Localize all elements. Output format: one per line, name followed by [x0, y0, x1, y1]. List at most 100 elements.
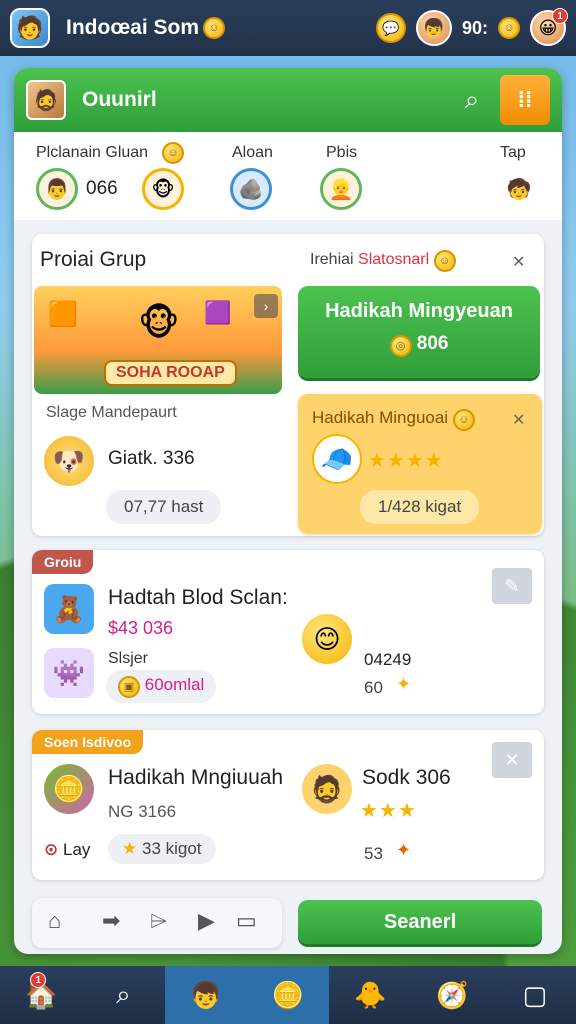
- close-icon[interactable]: ✕: [492, 742, 532, 778]
- avatar-icon: 👦: [189, 979, 222, 1010]
- close-icon[interactable]: ✕: [512, 410, 525, 430]
- friend-avatar[interactable]: 🧒: [498, 168, 540, 210]
- promo-label: Irehiai: [310, 251, 354, 268]
- panel-header: 🧔 Ouunirl ⌕ ⁞⁞: [14, 68, 562, 132]
- weekly-card: Hadikah Minguoai ☺ ✕ 🧢 ★★★★ 1/428 kigat: [298, 394, 542, 534]
- nav-coins[interactable]: 🪙: [246, 966, 330, 1024]
- blod-card: Groiu 🧸 Hadtah Blod Sclan: $43 036 ✎ 👾 S…: [32, 550, 544, 714]
- weekly-rating-stars: ★★★★: [368, 450, 444, 472]
- promo-text: Irehiai Slatosnarl ☺: [310, 250, 456, 272]
- stage-card: Slage Mandepaurt 🐶 Giatk. 336 07,77 hast: [32, 394, 282, 534]
- reward-button[interactable]: Hadikah Mingyeuan ◎ 806: [298, 286, 540, 378]
- friends-strip: Plclanain Gluan ☺ Aloan Pbis Tap 👨 066 🐵…: [14, 132, 562, 220]
- card1-chip: ▣ 60omlal: [106, 670, 217, 703]
- game-banner[interactable]: 🟧 🟪 🐵 › SOHA ROOAP: [34, 286, 282, 394]
- friend-avatar[interactable]: 🐵: [142, 168, 184, 210]
- card2-rating-stars: ★★★: [360, 800, 417, 822]
- cards-icon: ▢: [522, 979, 548, 1010]
- card2-chip-text: 33 kigot: [141, 839, 202, 858]
- card2-chip: ★ 33 kigot: [108, 834, 216, 864]
- forward-icon[interactable]: ➡: [102, 908, 120, 934]
- close-icon[interactable]: ✕: [512, 252, 525, 272]
- chat-coin-icon[interactable]: 💬: [375, 13, 406, 43]
- monkey-mascot-icon: 🐵: [138, 302, 180, 343]
- nav-search[interactable]: ⌕: [82, 966, 164, 1024]
- play-icon[interactable]: ▶: [198, 908, 215, 934]
- friends-label-3: Pbis: [326, 144, 358, 161]
- promo-highlight: Slatosnarl: [358, 251, 430, 268]
- coin-icon: ☺: [498, 17, 520, 39]
- star-icon: ★: [122, 839, 138, 858]
- search-icon[interactable]: ⌕: [452, 84, 492, 116]
- friends-label-2: Aloan: [232, 144, 273, 161]
- nav-home[interactable]: 🏠 1: [0, 966, 82, 1024]
- nav-compass[interactable]: 🧭: [411, 966, 493, 1024]
- edit-icon[interactable]: ✎: [492, 568, 532, 604]
- smiley-icon: ☺: [433, 250, 456, 272]
- weekly-title: Hadikah Minguoai ☺: [312, 408, 475, 431]
- profile-avatar-icon[interactable]: 😀 1: [530, 8, 568, 46]
- card1-chip-text: 60omlal: [144, 675, 205, 694]
- stage-value: Giatk. 336: [108, 448, 195, 469]
- card2-sub: NG 3166: [108, 802, 177, 821]
- confirm-button[interactable]: Seanerl: [298, 900, 542, 944]
- tag-icon[interactable]: ⌲: [150, 908, 167, 934]
- friend-avatar[interactable]: 👱: [320, 168, 362, 210]
- card-tag: Soen Isdivoo: [32, 730, 144, 754]
- compass-icon: 🧭: [436, 979, 469, 1010]
- card-tag: Groiu: [32, 550, 94, 574]
- teddy-icon: 🧸: [44, 584, 94, 634]
- weekly-chip: 1/428 kigat: [360, 490, 480, 524]
- banner-logo: SOHA ROOAP: [104, 360, 237, 386]
- dog-icon: 🐶: [44, 436, 94, 486]
- mngiuuah-card: Soen Isdivoo 🪙 Hadikah Mngiuuah NG 3166 …: [32, 730, 544, 880]
- friend-avatar[interactable]: 👨: [36, 168, 78, 210]
- coin-stack-icon: 🪙: [44, 764, 94, 814]
- nav-profile[interactable]: 👦: [164, 966, 247, 1024]
- home-outline-icon[interactable]: ⌂: [48, 908, 61, 934]
- coin-icon: ◎: [389, 334, 412, 357]
- card2-left-label: ⊙ Lay: [44, 840, 90, 860]
- location-icon: ⊙: [44, 840, 59, 859]
- nav-cards[interactable]: ▢: [494, 966, 576, 1024]
- friends-label-1: Plclanain Gluan: [36, 144, 149, 161]
- coin-icon: 🪙: [271, 979, 305, 1010]
- card2-right-title: Sodk 306: [362, 766, 451, 789]
- group-title: Proiai Grup: [40, 248, 147, 271]
- friend-avatar-icon[interactable]: 👦: [415, 10, 452, 46]
- nav-pet[interactable]: 🐥: [329, 966, 411, 1024]
- coin-count: 90:: [461, 17, 488, 38]
- bottom-nav: 🏠 1 ⌕ 👦 🪙 🐥 🧭 ▢: [0, 966, 576, 1024]
- reward-button-title: Hadikah Mingyeuan: [325, 300, 513, 322]
- top-status-bar: 🧑 Indoœai Som ☺ 💬 👦 90: ☺ 😀 1: [0, 0, 576, 56]
- main-panel: 🧔 Ouunirl ⌕ ⁞⁞ Plclanain Gluan ☺ Aloan P…: [14, 68, 562, 954]
- card-icon[interactable]: ▭: [236, 908, 257, 934]
- smiley-icon: ☺: [203, 17, 225, 39]
- character-icon: 🧔: [302, 764, 352, 814]
- reward-amount-value: 806: [416, 333, 449, 354]
- card1-right-small: 60: [364, 678, 383, 697]
- action-toolbar: ⌂ ➡ ⌲ ▶ ▭: [32, 898, 282, 948]
- stage-label: Slage Mandepaurt: [46, 404, 177, 421]
- header-avatar[interactable]: 🧔: [26, 80, 66, 120]
- smiley-coin-icon: 😊: [302, 614, 352, 664]
- search-icon: ⌕: [116, 979, 131, 1009]
- next-arrow-icon[interactable]: ›: [254, 294, 278, 318]
- coin-icon: ▣: [118, 675, 140, 698]
- smiley-icon: ☺: [452, 409, 475, 431]
- cube-icon: 🟧: [48, 301, 78, 328]
- grid-menu-button[interactable]: ⁞⁞: [500, 75, 550, 125]
- friend-avatar[interactable]: 🪨: [230, 168, 272, 210]
- panel-title: Ouunirl: [82, 88, 157, 111]
- stage-chip: 07,77 hast: [106, 490, 222, 524]
- weekly-title-text: Hadikah Minguoai: [312, 408, 449, 427]
- card2-right-small: 53: [364, 844, 383, 863]
- notification-badge: 1: [552, 8, 568, 24]
- reward-amount: ◎ 806: [298, 333, 540, 357]
- player-avatar[interactable]: 🧑: [10, 8, 50, 48]
- sparkle-icon: ✦: [396, 840, 412, 860]
- card2-title: Hadikah Mngiuuah: [108, 766, 284, 789]
- friends-label-4: Tap: [500, 144, 526, 161]
- sparkle-icon: ✦: [396, 674, 412, 694]
- card1-right-value: 04249: [364, 650, 412, 669]
